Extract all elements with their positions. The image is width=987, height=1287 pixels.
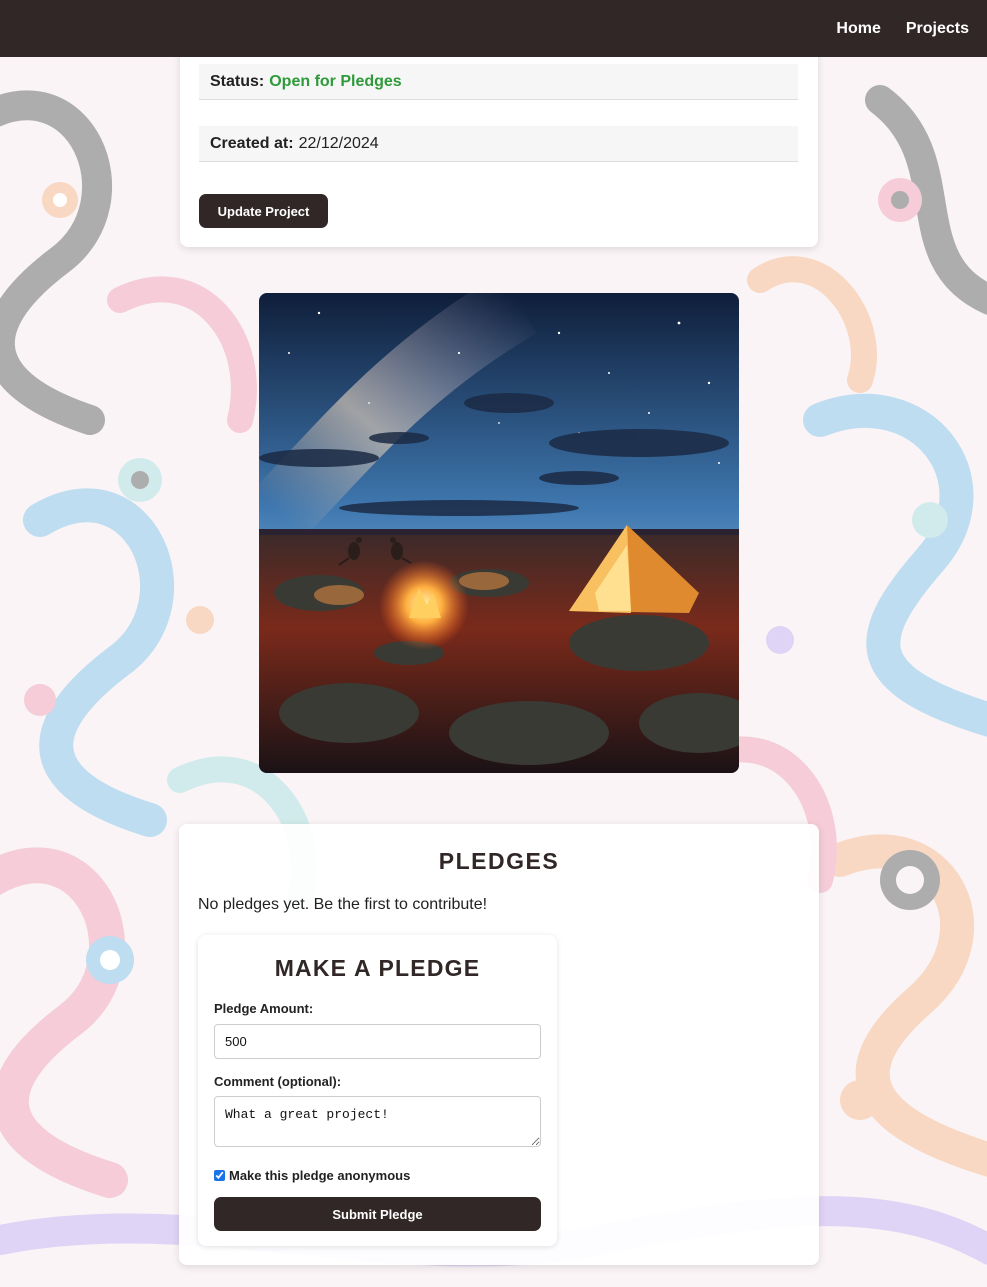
pledges-title: PLEDGES xyxy=(438,848,560,874)
project-details-card: Status: Open for Pledges Created at: 22/… xyxy=(180,40,818,247)
anonymous-row: Make this pledge anonymous xyxy=(214,1168,410,1183)
make-pledge-title: MAKE A PLEDGE xyxy=(274,955,481,981)
anonymous-label[interactable]: Make this pledge anonymous xyxy=(229,1168,410,1183)
make-pledge-form: MAKE A PLEDGE Pledge Amount: Comment (op… xyxy=(198,935,557,1246)
nav-projects-link[interactable]: Projects xyxy=(906,20,969,38)
anonymous-checkbox[interactable] xyxy=(214,1170,225,1181)
nav-home-link[interactable]: Home xyxy=(836,20,880,38)
comment-label: Comment (optional): xyxy=(214,1074,342,1089)
no-pledges-message: No pledges yet. Be the first to contribu… xyxy=(198,896,488,913)
created-at-label: Created at: xyxy=(210,134,294,152)
comment-textarea[interactable]: What a great project! xyxy=(214,1096,541,1147)
pledge-amount-label: Pledge Amount: xyxy=(214,1001,314,1016)
update-project-button[interactable]: Update Project xyxy=(199,194,328,228)
submit-pledge-button[interactable]: Submit Pledge xyxy=(214,1197,541,1231)
status-badge: Open for Pledges xyxy=(269,72,402,90)
status-row: Status: Open for Pledges xyxy=(199,64,798,100)
project-image xyxy=(259,293,739,773)
created-at-value: 22/12/2024 xyxy=(298,134,379,152)
top-navbar: Home Projects xyxy=(0,0,987,57)
pledges-card: PLEDGES No pledges yet. Be the first to … xyxy=(179,824,819,1265)
status-label: Status: xyxy=(210,72,265,90)
pledge-amount-input[interactable] xyxy=(214,1024,541,1059)
created-at-row: Created at: 22/12/2024 xyxy=(199,126,798,162)
